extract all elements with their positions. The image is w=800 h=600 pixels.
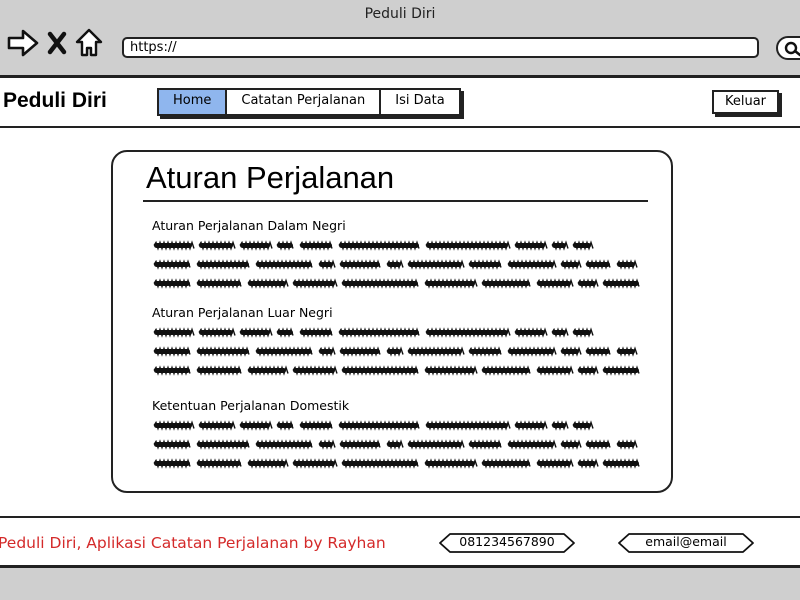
phone-badge: 081234567890 [438,532,576,554]
window-title: Peduli Diri [364,6,436,22]
phone-number: 081234567890 [459,534,555,549]
section-heading: Ketentuan Perjalanan Domestik [152,398,350,413]
logout-button[interactable]: Keluar [712,90,779,114]
tab-isi-data[interactable]: Isi Data [381,90,458,114]
search-button[interactable] [776,36,800,60]
home-icon[interactable] [74,27,104,59]
forward-arrow-icon[interactable] [6,28,40,58]
app-header: Peduli Diri Home Catatan Perjalanan Isi … [0,78,800,128]
placeholder-text-block [153,240,640,289]
email-badge: email@email [617,532,755,554]
section-international-rules: Aturan Perjalanan Luar Negri [152,305,657,381]
browser-nav-buttons [6,26,104,60]
tab-catatan-perjalanan[interactable]: Catatan Perjalanan [227,90,382,114]
section-heading: Aturan Perjalanan Luar Negri [152,305,333,320]
footer-credit: Peduli Diri, Aplikasi Catatan Perjalanan… [0,534,386,552]
tab-home[interactable]: Home [159,90,228,114]
search-icon [784,41,800,57]
footer: Peduli Diri, Aplikasi Catatan Perjalanan… [0,516,800,568]
browser-chrome: Peduli Diri https:// [0,0,800,78]
section-domestic-provisions: Ketentuan Perjalanan Domestik [152,398,657,474]
email-address: email@email [645,534,727,549]
section-domestic-rules: Aturan Perjalanan Dalam Negri [152,218,657,294]
rules-card: Aturan Perjalanan Aturan Perjalanan Dala… [111,150,673,493]
nav-tabs: Home Catatan Perjalanan Isi Data [157,88,461,116]
bottom-band [0,568,800,600]
placeholder-text-block [153,420,640,469]
page-title: Aturan Perjalanan [146,160,395,195]
url-input[interactable]: https:// [122,37,759,58]
brand-title: Peduli Diri [3,89,107,112]
title-divider [143,200,648,202]
section-heading: Aturan Perjalanan Dalam Negri [152,218,346,233]
close-icon[interactable] [46,30,68,56]
placeholder-text-block [153,327,640,376]
